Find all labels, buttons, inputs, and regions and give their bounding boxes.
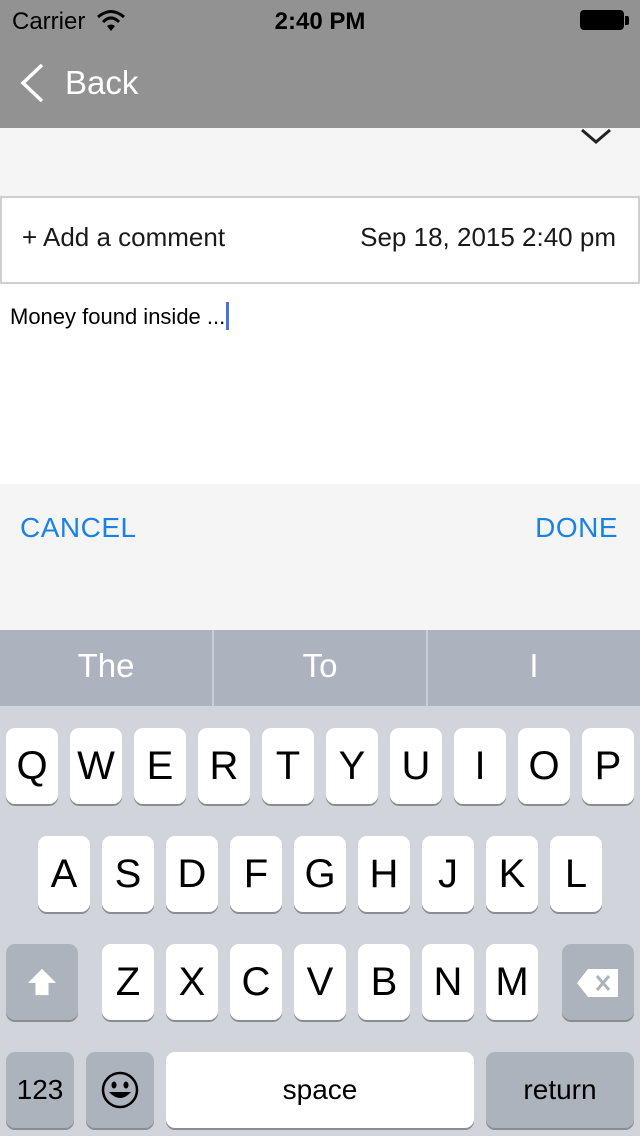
text-caret bbox=[226, 302, 230, 330]
key-v[interactable]: V bbox=[294, 944, 346, 1020]
key-r[interactable]: R bbox=[198, 728, 250, 804]
comment-text-area[interactable]: Money found inside ... bbox=[0, 284, 640, 484]
details-strip bbox=[0, 128, 640, 196]
key-label: H bbox=[369, 852, 399, 896]
key-b[interactable]: B bbox=[358, 944, 410, 1020]
predictive-text-bar: The To I bbox=[0, 630, 640, 706]
key-label: O bbox=[528, 744, 560, 788]
key-a[interactable]: A bbox=[38, 836, 90, 912]
key-label: F bbox=[243, 852, 269, 896]
key-m[interactable]: M bbox=[486, 944, 538, 1020]
key-label: B bbox=[370, 960, 398, 1004]
key-label: W bbox=[77, 744, 115, 788]
key-g[interactable]: G bbox=[294, 836, 346, 912]
key-label: A bbox=[50, 852, 78, 896]
battery-icon bbox=[580, 10, 630, 32]
key-x[interactable]: X bbox=[166, 944, 218, 1020]
return-key[interactable]: return bbox=[486, 1052, 634, 1128]
key-n[interactable]: N bbox=[422, 944, 474, 1020]
key-label: E bbox=[146, 744, 174, 788]
numbers-key[interactable]: 123 bbox=[6, 1052, 74, 1128]
key-label: Z bbox=[115, 960, 141, 1004]
key-p[interactable]: P bbox=[582, 728, 634, 804]
chevron-down-icon[interactable] bbox=[580, 128, 612, 146]
key-label: M bbox=[495, 960, 529, 1004]
key-y[interactable]: Y bbox=[326, 728, 378, 804]
key-label: X bbox=[178, 960, 206, 1004]
key-label: space bbox=[282, 1074, 358, 1105]
key-label: K bbox=[498, 852, 526, 896]
key-label: S bbox=[114, 852, 142, 896]
key-label: I bbox=[474, 744, 486, 788]
comment-text-content: Money found inside ... bbox=[10, 302, 230, 330]
back-button[interactable]: Back bbox=[18, 60, 168, 108]
done-button[interactable]: DONE bbox=[535, 512, 618, 544]
key-i[interactable]: I bbox=[454, 728, 506, 804]
prediction-2[interactable]: To bbox=[214, 630, 426, 706]
key-label: N bbox=[433, 960, 463, 1004]
add-comment-button[interactable]: + Add a comment bbox=[22, 222, 225, 253]
key-label: Y bbox=[338, 744, 366, 788]
shift-icon bbox=[28, 968, 56, 996]
emoji-key[interactable] bbox=[86, 1052, 154, 1128]
status-time: 2:40 PM bbox=[274, 8, 366, 35]
key-label: 123 bbox=[16, 1074, 64, 1105]
shift-key[interactable] bbox=[6, 944, 78, 1020]
comment-action-bar: CANCEL DONE bbox=[0, 484, 640, 630]
key-e[interactable]: E bbox=[134, 728, 186, 804]
prediction-3[interactable]: I bbox=[428, 630, 640, 706]
key-label: U bbox=[401, 744, 431, 788]
comment-header-row: + Add a comment Sep 18, 2015 2:40 pm bbox=[0, 196, 640, 284]
key-f[interactable]: F bbox=[230, 836, 282, 912]
key-label: G bbox=[304, 852, 336, 896]
comment-date: Sep 18, 2015 2:40 pm bbox=[360, 222, 616, 252]
key-label: return bbox=[523, 1074, 597, 1105]
key-q[interactable]: Q bbox=[6, 728, 58, 804]
key-k[interactable]: K bbox=[486, 836, 538, 912]
key-o[interactable]: O bbox=[518, 728, 570, 804]
key-label: C bbox=[241, 960, 271, 1004]
key-w[interactable]: W bbox=[70, 728, 122, 804]
key-label: R bbox=[209, 744, 239, 788]
emoji-icon bbox=[101, 1071, 139, 1109]
key-s[interactable]: S bbox=[102, 836, 154, 912]
key-u[interactable]: U bbox=[390, 728, 442, 804]
key-d[interactable]: D bbox=[166, 836, 218, 912]
space-key[interactable]: space bbox=[166, 1052, 474, 1128]
key-label: T bbox=[275, 744, 301, 788]
key-label: D bbox=[177, 852, 207, 896]
key-label: J bbox=[438, 852, 458, 896]
back-label: Back bbox=[65, 64, 139, 101]
key-label: V bbox=[306, 960, 334, 1004]
key-label: Q bbox=[16, 744, 48, 788]
key-c[interactable]: C bbox=[230, 944, 282, 1020]
key-label: L bbox=[564, 852, 588, 896]
key-t[interactable]: T bbox=[262, 728, 314, 804]
key-j[interactable]: J bbox=[422, 836, 474, 912]
delete-key[interactable] bbox=[562, 944, 634, 1020]
prediction-1[interactable]: The bbox=[0, 630, 212, 706]
cancel-button[interactable]: CANCEL bbox=[20, 512, 137, 544]
delete-icon bbox=[577, 969, 618, 997]
key-z[interactable]: Z bbox=[102, 944, 154, 1020]
key-l[interactable]: L bbox=[550, 836, 602, 912]
key-label: P bbox=[594, 744, 622, 788]
key-h[interactable]: H bbox=[358, 836, 410, 912]
keyboard: Q W E R T Y U I O P A S D F G H J K L Z … bbox=[0, 706, 640, 1136]
back-chevron-icon bbox=[20, 63, 44, 103]
comment-text-value: Money found inside ... bbox=[10, 304, 226, 329]
